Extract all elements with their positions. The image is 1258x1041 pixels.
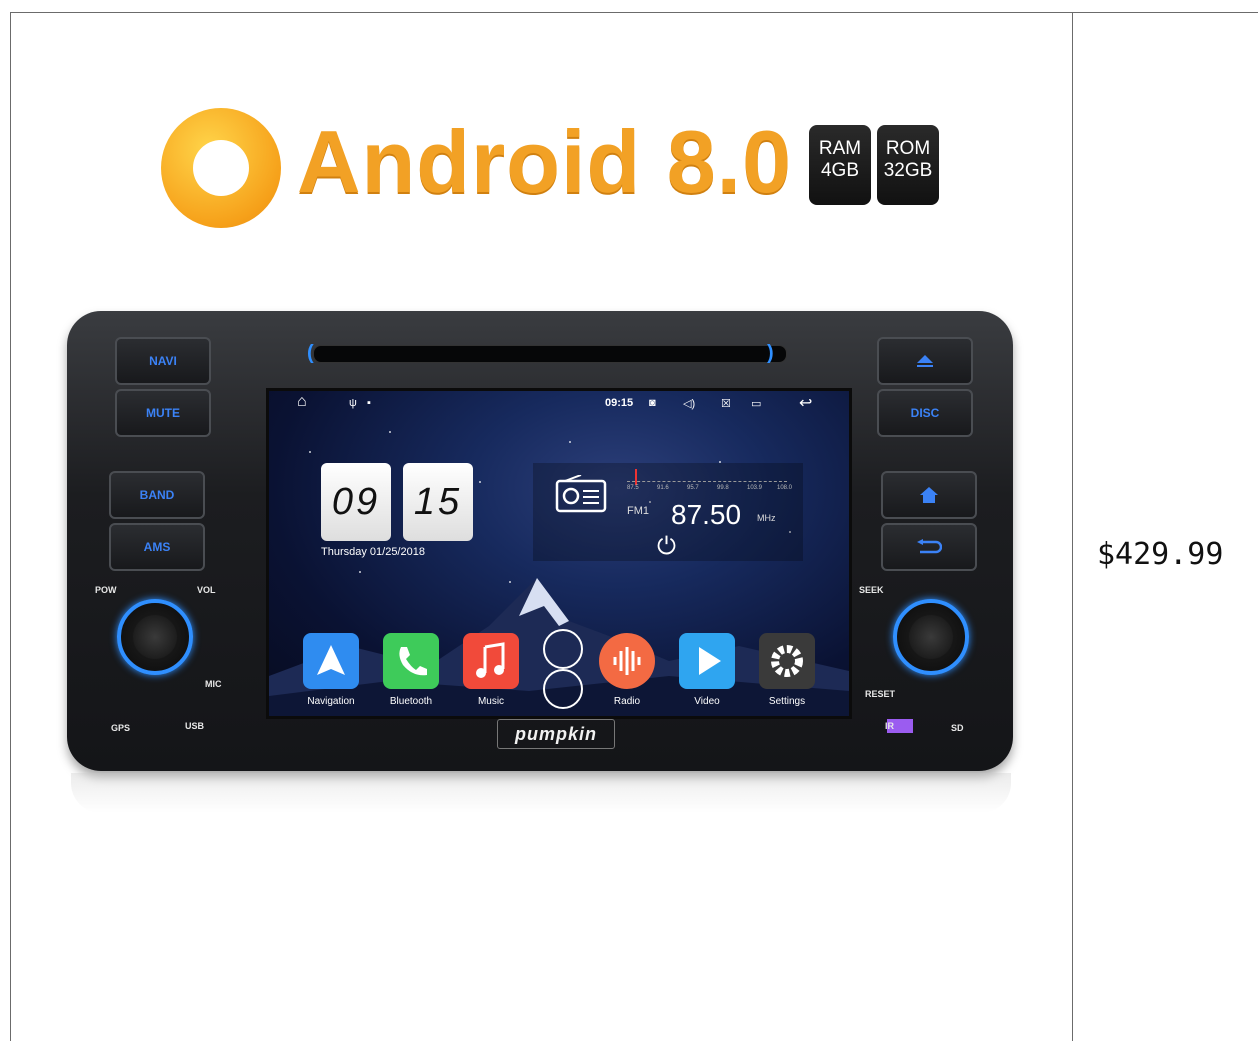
eject-icon — [917, 355, 933, 367]
android-version-title: Android 8.0 — [297, 112, 793, 211]
bluetooth-app-icon[interactable] — [383, 633, 439, 689]
volume-knob[interactable] — [117, 599, 193, 675]
music-app-icon[interactable] — [463, 633, 519, 689]
usb-label: USB — [185, 721, 205, 731]
power-icon[interactable]: ⏻ — [657, 533, 676, 561]
ram-label: RAM — [818, 138, 862, 159]
home-button[interactable] — [881, 471, 977, 519]
clock-hour: 09 — [321, 463, 391, 541]
reset-label: RESET — [865, 689, 896, 699]
back-arrow-icon — [917, 539, 943, 554]
tuner-scale-tick: 108.0 — [777, 485, 793, 491]
pow-label: POW — [95, 585, 117, 595]
price-cell: $429.99 — [1073, 13, 1258, 1041]
radio-app-label: Radio — [613, 696, 641, 707]
volume-icon[interactable]: ◁) — [683, 397, 695, 410]
ir-label: IR — [885, 721, 894, 731]
stereo-reflection — [71, 773, 1011, 813]
app-grid-icon[interactable] — [543, 629, 583, 669]
clock-date: Thursday 01/25/2018 — [321, 546, 425, 558]
bluetooth-app-label: Bluetooth — [389, 696, 433, 707]
radio-widget[interactable]: 87.5 91.6 95.7 99.8 103.9 108.0 FM1 87.50 MHz… — [533, 463, 803, 561]
radio-app-icon[interactable] — [599, 633, 655, 689]
sd-label: SD — [951, 723, 964, 733]
tuner-scale-tick: 103.9 — [747, 485, 763, 491]
image-status-icon: ▪ — [367, 397, 371, 409]
seek-knob[interactable] — [893, 599, 969, 675]
product-image-cell[interactable]: Android 8.0 RAM 4GB ROM 32GB ( ) NAVI MU… — [11, 13, 1072, 1041]
settings-app-label: Settings — [768, 696, 806, 707]
radio-unit: MHz — [757, 513, 776, 523]
rom-badge: ROM 32GB — [877, 125, 939, 205]
close-app-icon[interactable]: ☒ — [721, 397, 731, 410]
back-button[interactable] — [881, 523, 977, 571]
disc-slot — [313, 345, 787, 363]
vol-label: VOL — [197, 585, 216, 595]
home-status-icon[interactable]: ⌂ — [297, 393, 307, 411]
band-button[interactable]: BAND — [109, 471, 205, 519]
navigation-app-icon[interactable] — [303, 633, 359, 689]
stereo-screen: ⌂ ψ ▪ 09:15 ◙ ◁) ☒ ▭ ↩ 09 15 Thursday 01… — [266, 388, 852, 719]
usb-status-icon: ψ — [349, 397, 357, 409]
recent-apps-icon[interactable]: ▭ — [751, 397, 761, 410]
settings-app-icon[interactable] — [759, 633, 815, 689]
ram-size: 4GB — [820, 160, 860, 181]
all-apps-icon[interactable] — [543, 669, 583, 709]
product-price: $429.99 — [1097, 537, 1224, 572]
radio-frequency: 87.50 — [671, 499, 742, 530]
tuner-scale-tick: 99.8 — [717, 485, 729, 491]
back-status-icon[interactable]: ↩ — [799, 393, 812, 413]
gps-label: GPS — [111, 723, 131, 733]
navigation-app-label: Navigation — [307, 696, 355, 707]
video-app-label: Video — [694, 696, 720, 707]
ams-button[interactable]: AMS — [109, 523, 205, 571]
tuner-scale-tick: 87.5 — [627, 485, 639, 491]
tuner-scale — [627, 481, 787, 482]
mic-label: MIC — [205, 679, 222, 689]
slot-light-right-icon: ) — [767, 342, 774, 364]
camera-icon[interactable]: ◙ — [649, 397, 656, 409]
tuner-scale-tick: 91.6 — [657, 485, 669, 491]
status-time: 09:15 — [605, 397, 634, 409]
mute-button[interactable]: MUTE — [115, 389, 211, 437]
rom-label: ROM — [885, 138, 931, 159]
radio-icon — [555, 475, 607, 513]
tuner-needle — [635, 469, 637, 485]
slot-light-left-icon: ( — [307, 342, 314, 364]
home-icon — [920, 487, 938, 503]
music-app-label: Music — [477, 696, 505, 707]
navi-button[interactable]: NAVI — [115, 337, 211, 385]
rom-size: 32GB — [883, 160, 933, 181]
ram-badge: RAM 4GB — [809, 125, 871, 205]
radio-band: FM1 — [627, 505, 649, 517]
seek-label: SEEK — [859, 585, 884, 595]
tuner-scale-tick: 95.7 — [687, 485, 699, 491]
eject-button[interactable] — [877, 337, 973, 385]
status-bar: ⌂ ψ ▪ 09:15 ◙ ◁) ☒ ▭ ↩ — [269, 391, 849, 419]
video-app-icon[interactable] — [679, 633, 735, 689]
pumpkin-logo: pumpkin — [497, 719, 615, 749]
clock-minute: 15 — [403, 463, 473, 541]
android-oreo-logo-icon — [161, 108, 281, 228]
disc-button[interactable]: DISC — [877, 389, 973, 437]
